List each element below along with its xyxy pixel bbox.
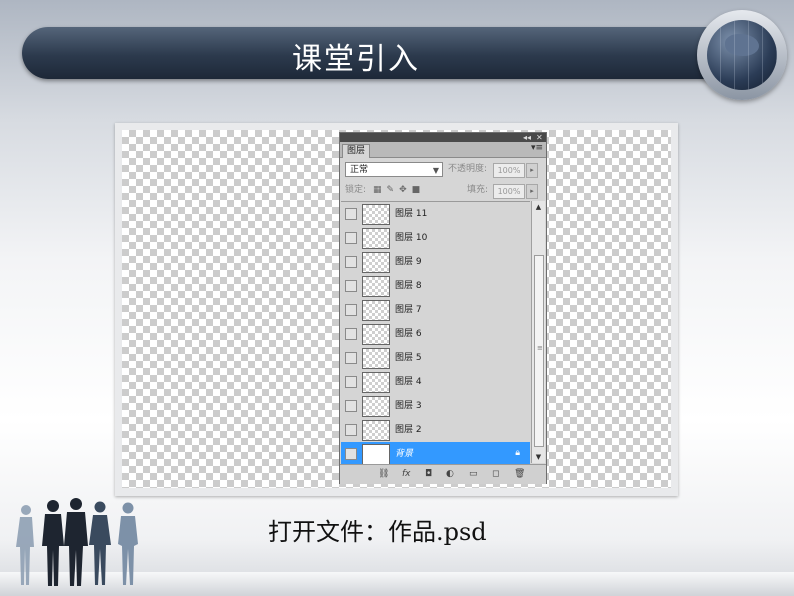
layer-name: 图层 6 xyxy=(395,329,422,339)
layer-thumbnail xyxy=(362,420,390,441)
adjustment-icon[interactable]: ◐ xyxy=(446,468,454,480)
trash-icon[interactable]: 🗑︎ xyxy=(514,468,525,480)
layer-name: 图层 3 xyxy=(395,401,422,411)
layer-row[interactable]: 图层 11 xyxy=(341,202,530,227)
chevron-down-icon: ▼ xyxy=(432,166,439,175)
lock-transparency-icon[interactable]: ▦ xyxy=(373,185,387,195)
layer-name: 图层 9 xyxy=(395,257,422,267)
layer-name: 图层 8 xyxy=(395,281,422,291)
scroll-thumb[interactable]: ≡ xyxy=(534,255,544,447)
slide-title: 课堂引入 xyxy=(292,42,420,77)
layer-name: 图层 2 xyxy=(395,425,422,435)
layer-name: 图层 7 xyxy=(395,305,422,315)
lock-label: 锁定: xyxy=(345,185,367,195)
layer-list: 图层 11 图层 10 图层 9 图层 8 图层 7 图层 6 图层 5 图层 … xyxy=(341,201,530,465)
visibility-toggle[interactable] xyxy=(345,376,357,388)
close-icon[interactable]: ✕ xyxy=(536,133,543,142)
layers-scrollbar[interactable]: ▲ ≡ ▼ xyxy=(531,201,545,463)
layer-row[interactable]: 图层 7 xyxy=(341,298,530,323)
opacity-field[interactable]: 100% xyxy=(493,163,525,178)
visibility-toggle[interactable] xyxy=(345,328,357,340)
layer-thumbnail xyxy=(362,348,390,369)
layer-thumbnail xyxy=(362,396,390,417)
group-icon[interactable]: ▭ xyxy=(469,468,478,480)
visibility-toggle[interactable] xyxy=(345,424,357,436)
blend-mode-select[interactable]: 正常 ▼ xyxy=(345,162,443,177)
new-layer-icon[interactable]: ◻ xyxy=(492,468,499,480)
layer-thumbnail xyxy=(362,276,390,297)
layer-name: 图层 5 xyxy=(395,353,422,363)
link-icon[interactable]: ⛓ xyxy=(378,468,389,480)
lock-paint-icon[interactable]: ✎ xyxy=(387,185,400,195)
layers-panel: ◂◂ ✕ 图层 ▾≡ 正常 ▼ 不透明度: 100% ▸ 锁定: ▦✎✥■ 填充… xyxy=(339,132,547,484)
slide-caption: 打开文件：作品.psd xyxy=(268,518,487,546)
visibility-toggle[interactable] xyxy=(345,304,357,316)
lock-icon: 🔒︎ xyxy=(515,448,520,458)
grip-icon: ≡ xyxy=(537,344,543,352)
visibility-toggle[interactable] xyxy=(345,232,357,244)
layer-name: 背景 xyxy=(395,449,414,459)
blend-mode-value: 正常 xyxy=(350,165,369,175)
business-people-silhouette xyxy=(16,498,138,586)
layer-name: 图层 10 xyxy=(395,233,428,243)
layer-thumbnail xyxy=(362,300,390,321)
mask-icon[interactable]: ◘ xyxy=(425,468,432,480)
layer-thumbnail xyxy=(362,228,390,249)
lock-icons-row: ▦✎✥■ xyxy=(373,185,425,195)
layer-thumbnail xyxy=(362,324,390,345)
scroll-up-icon[interactable]: ▲ xyxy=(532,201,545,213)
layer-name: 图层 11 xyxy=(395,209,428,219)
scroll-down-icon[interactable]: ▼ xyxy=(532,451,545,463)
opacity-arrow-icon[interactable]: ▸ xyxy=(526,163,538,178)
visibility-toggle[interactable] xyxy=(345,256,357,268)
layer-row[interactable]: 图层 5 xyxy=(341,346,530,371)
visibility-toggle[interactable] xyxy=(345,208,357,220)
tab-layers[interactable]: 图层 xyxy=(342,144,371,158)
globe-icon xyxy=(707,20,777,90)
layer-row[interactable]: 图层 4 xyxy=(341,370,530,395)
fill-label: 填充: xyxy=(467,185,489,195)
visibility-toggle[interactable] xyxy=(345,448,357,460)
collapse-icon[interactable]: ◂◂ xyxy=(523,133,531,142)
layer-row[interactable]: 图层 8 xyxy=(341,274,530,299)
layer-thumbnail xyxy=(362,372,390,393)
layer-thumbnail xyxy=(362,252,390,273)
panel-tab-row: 图层 ▾≡ xyxy=(340,142,546,158)
visibility-toggle[interactable] xyxy=(345,352,357,364)
layer-thumbnail xyxy=(362,204,390,225)
visibility-toggle[interactable] xyxy=(345,400,357,412)
layer-row[interactable]: 图层 10 xyxy=(341,226,530,251)
opacity-label: 不透明度: xyxy=(448,164,488,174)
fill-arrow-icon[interactable]: ▸ xyxy=(526,184,538,199)
fill-field[interactable]: 100% xyxy=(493,184,525,199)
layer-row[interactable]: 图层 9 xyxy=(341,250,530,275)
lock-move-icon[interactable]: ✥ xyxy=(399,185,412,195)
lock-all-icon[interactable]: ■ xyxy=(412,185,426,195)
layer-name: 图层 4 xyxy=(395,377,422,387)
panel-menu-icon[interactable]: ▾≡ xyxy=(531,143,543,153)
panel-footer: ⛓ fx ◘ ◐ ▭ ◻ 🗑︎ xyxy=(340,464,546,484)
layer-row[interactable]: 图层 3 xyxy=(341,394,530,419)
layer-thumbnail xyxy=(362,444,390,465)
layer-row[interactable]: 图层 6 xyxy=(341,322,530,347)
layer-row[interactable]: 图层 2 xyxy=(341,418,530,443)
visibility-toggle[interactable] xyxy=(345,280,357,292)
fx-icon[interactable]: fx xyxy=(402,468,411,480)
layer-row-selected[interactable]: 背景 🔒︎ xyxy=(341,442,530,465)
panel-titlebar: ◂◂ ✕ xyxy=(340,133,546,142)
